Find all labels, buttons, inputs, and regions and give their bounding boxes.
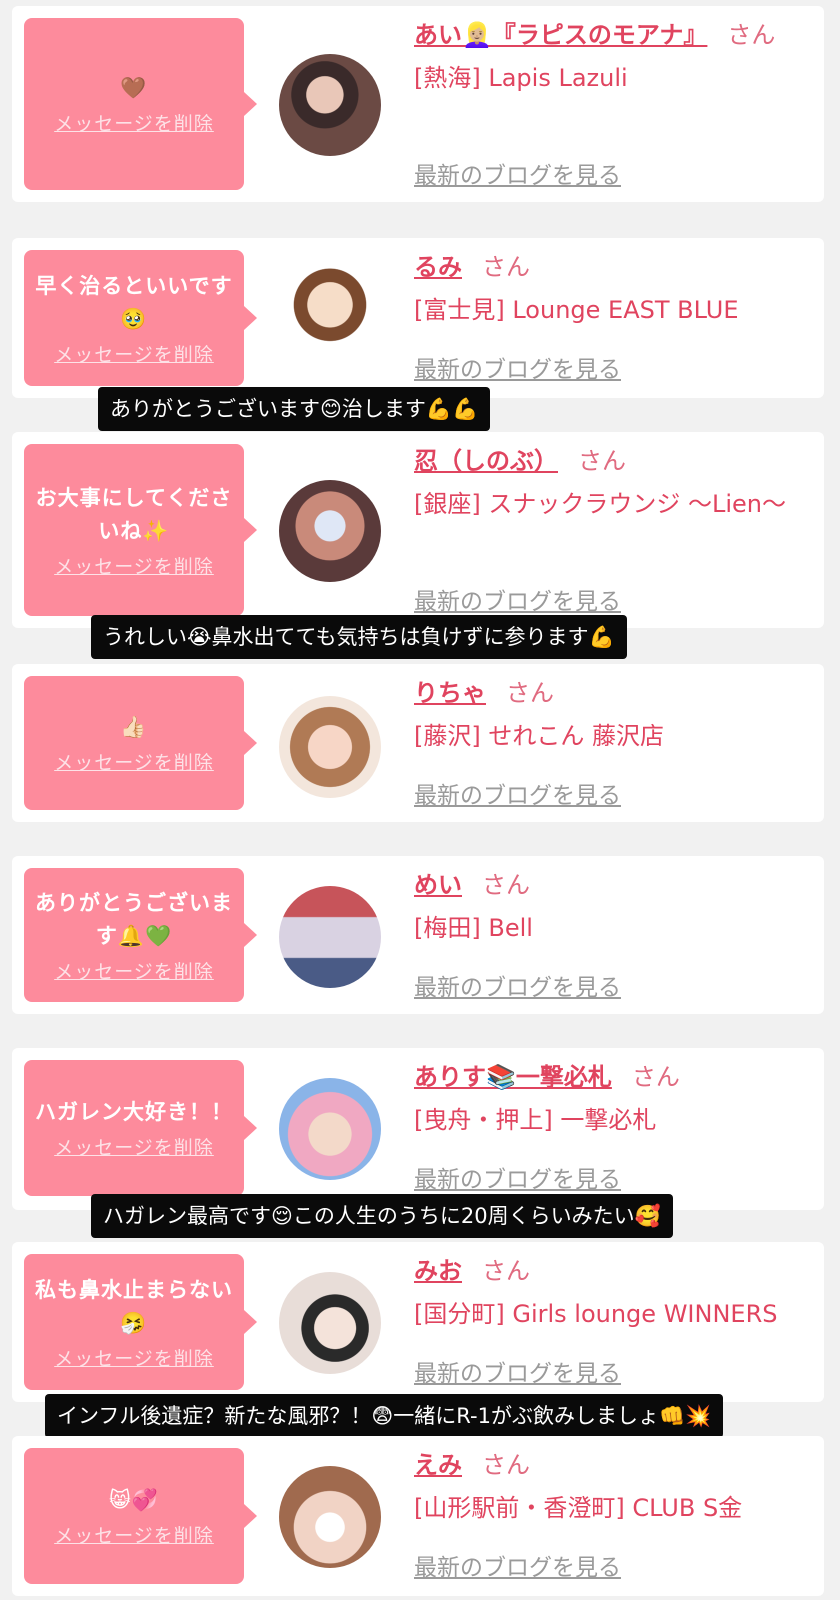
delete-message-link[interactable]: メッセージを削除 — [54, 340, 214, 367]
girl-name-link[interactable]: りちゃ — [414, 679, 486, 707]
message-text: 早く治るといいです🥹 — [35, 273, 233, 331]
avatar[interactable] — [279, 1078, 381, 1180]
reply-overlay-text: うれしい😭鼻水出てても気持ちは負けずに参ります💪 — [91, 615, 627, 659]
delete-message-link[interactable]: メッセージを削除 — [54, 1521, 214, 1548]
honorific: さん — [482, 253, 530, 281]
avatar[interactable] — [279, 54, 381, 156]
message-text: ありがとうございます🔔💚 — [35, 890, 233, 948]
message-bubble: 😸💞 メッセージを削除 — [24, 1448, 257, 1584]
message-bubble: お大事にしてくださいね✨ メッセージを削除 — [24, 444, 257, 616]
girl-name-link[interactable]: 忍（しのぶ） — [414, 447, 558, 475]
avatar[interactable] — [279, 1466, 381, 1568]
latest-blog-link[interactable]: 最新のブログを見る — [414, 1548, 621, 1582]
shop-name: [銀座] スナックラウンジ ～Lien～ — [414, 490, 786, 518]
message-card: 私も鼻水止まらない🤧 メッセージを削除 みお さん [国分町] Girls lou… — [12, 1242, 824, 1402]
delete-message-link[interactable]: メッセージを削除 — [54, 1133, 214, 1160]
message-bubble: 👍🏻 メッセージを削除 — [24, 676, 257, 810]
message-text: 👍🏻 — [120, 715, 148, 739]
shop-name: [山形駅前・香澄町] CLUB S金 — [414, 1494, 743, 1522]
shop-name: [梅田] Bell — [414, 914, 533, 942]
message-bubble: 🤎 メッセージを削除 — [24, 18, 257, 190]
honorific: さん — [482, 871, 530, 899]
message-card: お大事にしてくださいね✨ メッセージを削除 忍（しのぶ） さん [銀座] スナック… — [12, 432, 824, 628]
message-card: ありがとうございます🔔💚 メッセージを削除 めい さん [梅田] Bell 最新の… — [12, 856, 824, 1014]
delete-message-link[interactable]: メッセージを削除 — [54, 957, 214, 984]
message-card: 早く治るといいです🥹 メッセージを削除 るみ さん [富士見] Lounge EA… — [12, 238, 824, 398]
delete-message-link[interactable]: メッセージを削除 — [54, 748, 214, 775]
avatar[interactable] — [279, 480, 381, 582]
avatar[interactable] — [279, 1272, 381, 1374]
reply-overlay-text: ありがとうございます😊治します💪💪 — [98, 387, 491, 431]
girl-name-link[interactable]: みお — [414, 1257, 462, 1285]
latest-blog-link[interactable]: 最新のブログを見る — [414, 776, 621, 810]
girl-name-link[interactable]: ありす📚一撃必札 — [414, 1063, 612, 1091]
shop-name: [藤沢] せれこん 藤沢店 — [414, 722, 664, 750]
avatar[interactable] — [279, 886, 381, 988]
honorific: さん — [631, 1063, 680, 1091]
avatar[interactable] — [279, 264, 381, 366]
shop-name: [曳舟・押上] 一撃必札 — [414, 1106, 657, 1134]
latest-blog-link[interactable]: 最新のブログを見る — [414, 582, 621, 616]
avatar[interactable] — [279, 696, 381, 798]
honorific: さん — [727, 21, 776, 49]
girl-name-link[interactable]: るみ — [414, 253, 462, 281]
reply-overlay-text: ハガレン最高です😌この人生のうちに20周くらいみたい🥰 — [91, 1194, 673, 1238]
message-bubble: 早く治るといいです🥹 メッセージを削除 — [24, 250, 257, 386]
message-card: 🤎 メッセージを削除 あい👱🏼‍♀️『ラピスのモアナ』 さん [熱海] Lapis… — [12, 6, 824, 202]
latest-blog-link[interactable]: 最新のブログを見る — [414, 1160, 621, 1194]
latest-blog-link[interactable]: 最新のブログを見る — [414, 968, 621, 1002]
delete-message-link[interactable]: メッセージを削除 — [54, 109, 214, 136]
honorific: さん — [482, 1257, 530, 1285]
latest-blog-link[interactable]: 最新のブログを見る — [414, 156, 621, 190]
honorific: さん — [578, 447, 626, 475]
message-bubble: ありがとうございます🔔💚 メッセージを削除 — [24, 868, 257, 1002]
message-text: 私も鼻水止まらない🤧 — [35, 1277, 233, 1335]
delete-message-link[interactable]: メッセージを削除 — [54, 1344, 214, 1371]
message-text: 🤎 — [120, 76, 148, 100]
delete-message-link[interactable]: メッセージを削除 — [54, 552, 214, 579]
shop-name: [国分町] Girls lounge WINNERS — [414, 1300, 778, 1328]
girl-name-link[interactable]: あい👱🏼‍♀️『ラピスのモアナ』 — [414, 21, 707, 49]
honorific: さん — [506, 679, 554, 707]
message-text: お大事にしてくださいね✨ — [35, 485, 233, 543]
girl-name-link[interactable]: めい — [414, 871, 462, 899]
reply-overlay-text: インフル後遺症？新たな風邪？！😨一緒にR-1がぶ飲みしましょ👊💥 — [45, 1394, 724, 1438]
shop-name: [富士見] Lounge EAST BLUE — [414, 296, 739, 324]
message-card: 😸💞 メッセージを削除 えみ さん [山形駅前・香澄町] CLUB S金 最新のブ… — [12, 1436, 824, 1596]
message-card: ハガレン大好き！！ メッセージを削除 ありす📚一撃必札 さん [曳舟・押上] 一撃… — [12, 1048, 824, 1210]
latest-blog-link[interactable]: 最新のブログを見る — [414, 1354, 621, 1388]
message-bubble: 私も鼻水止まらない🤧 メッセージを削除 — [24, 1254, 257, 1390]
message-card: 👍🏻 メッセージを削除 りちゃ さん [藤沢] せれこん 藤沢店 最新のブログを見… — [12, 664, 824, 822]
message-bubble: ハガレン大好き！！ メッセージを削除 — [24, 1060, 257, 1196]
message-text: 😸💞 — [108, 1488, 160, 1512]
shop-name: [熱海] Lapis Lazuli — [414, 64, 628, 92]
honorific: さん — [482, 1451, 530, 1479]
girl-name-link[interactable]: えみ — [414, 1451, 462, 1479]
message-text: ハガレン大好き！！ — [35, 1100, 233, 1124]
latest-blog-link[interactable]: 最新のブログを見る — [414, 350, 621, 384]
